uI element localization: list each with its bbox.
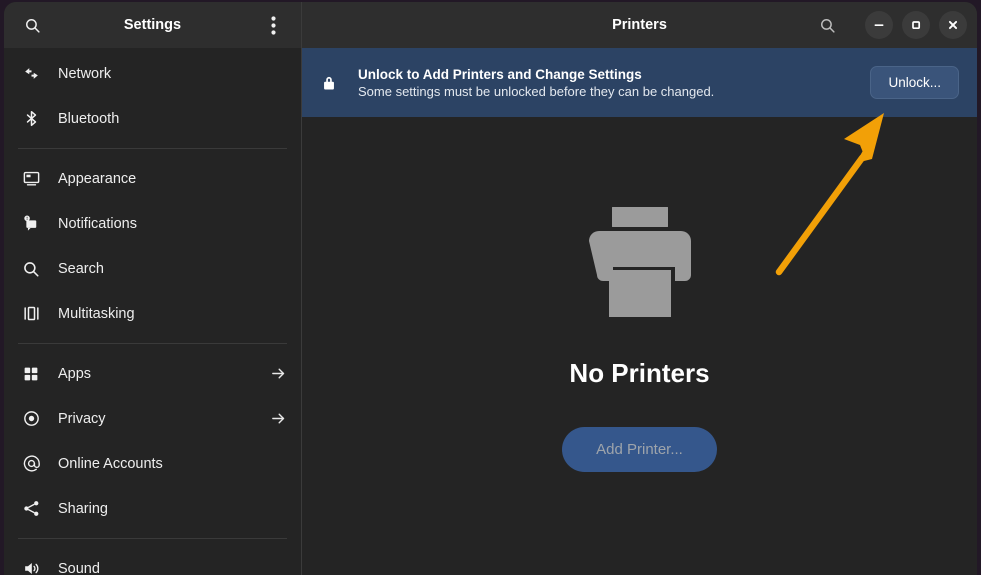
sidebar-item-label: Online Accounts (58, 455, 163, 472)
appearance-icon (20, 168, 42, 190)
unlock-banner-text: Unlock to Add Printers and Change Settin… (358, 67, 714, 99)
sidebar-nav-list: Network Bluetooth Appearance Notificatio… (4, 48, 301, 575)
sidebar-item-label: Notifications (58, 215, 137, 232)
sidebar-divider (18, 538, 287, 539)
maximize-icon[interactable] (902, 11, 930, 39)
at-sign-icon (20, 453, 42, 475)
search-icon (20, 258, 42, 280)
unlock-banner: Unlock to Add Printers and Change Settin… (302, 48, 977, 117)
sidebar-header: Settings (4, 2, 301, 48)
privacy-shield-icon (20, 408, 42, 430)
sidebar-divider (18, 148, 287, 149)
sidebar-item-online-accounts[interactable]: Online Accounts (4, 441, 301, 486)
lock-closed-icon (318, 72, 340, 94)
multitasking-icon (20, 303, 42, 325)
sidebar-item-appearance[interactable]: Appearance (4, 156, 301, 201)
sidebar-item-multitasking[interactable]: Multitasking (4, 291, 301, 336)
sidebar-item-label: Multitasking (58, 305, 135, 322)
chevron-right-icon (270, 365, 287, 382)
empty-state-title: No Printers (569, 357, 710, 388)
sidebar-item-label: Sound (58, 560, 100, 575)
add-printer-button[interactable]: Add Printer... (562, 426, 717, 472)
close-icon[interactable] (939, 11, 967, 39)
search-icon[interactable] (18, 11, 46, 39)
sidebar-item-label: Sharing (58, 500, 108, 517)
search-icon[interactable] (812, 10, 842, 40)
sidebar: Settings Network Bluetooth Appearance No… (4, 2, 302, 575)
sidebar-item-label: Search (58, 260, 104, 277)
sidebar-item-bluetooth[interactable]: Bluetooth (4, 96, 301, 141)
unlock-banner-subtitle: Some settings must be unlocked before th… (358, 83, 715, 99)
sidebar-item-search[interactable]: Search (4, 246, 301, 291)
main-pane: Printers Unlock to Add Printers and Chan… (302, 2, 977, 575)
sidebar-item-label: Privacy (58, 410, 106, 427)
minimize-icon[interactable] (865, 11, 893, 39)
apps-grid-icon (20, 363, 42, 385)
sidebar-item-apps[interactable]: Apps (4, 351, 301, 396)
unlock-banner-title: Unlock to Add Printers and Change Settin… (358, 66, 642, 82)
sidebar-item-label: Appearance (58, 170, 137, 187)
sidebar-item-label: Apps (58, 365, 92, 382)
sidebar-item-label: Bluetooth (58, 110, 120, 127)
sidebar-item-network[interactable]: Network (4, 51, 301, 96)
window-controls (812, 10, 967, 40)
sidebar-item-privacy[interactable]: Privacy (4, 396, 301, 441)
sidebar-title: Settings (123, 17, 182, 33)
sidebar-item-sound[interactable]: Sound (4, 546, 301, 575)
printer-icon (579, 206, 701, 324)
settings-window: Settings Network Bluetooth Appearance No… (4, 2, 977, 575)
network-icon (20, 63, 42, 85)
sidebar-divider (18, 343, 287, 344)
kebab-menu-icon[interactable] (259, 11, 287, 39)
chevron-right-icon (270, 410, 287, 427)
notifications-icon (20, 213, 42, 235)
screen: Settings Network Bluetooth Appearance No… (0, 0, 981, 575)
sidebar-item-notifications[interactable]: Notifications (4, 201, 301, 246)
speaker-icon (20, 558, 42, 575)
empty-state: No Printers Add Printer... (302, 117, 977, 575)
window-titlebar: Printers (302, 2, 977, 48)
share-nodes-icon (20, 498, 42, 520)
sidebar-item-sharing[interactable]: Sharing (4, 486, 301, 531)
sidebar-item-label: Network (58, 65, 112, 82)
unlock-button[interactable]: Unlock... (870, 66, 959, 99)
bluetooth-icon (20, 108, 42, 130)
